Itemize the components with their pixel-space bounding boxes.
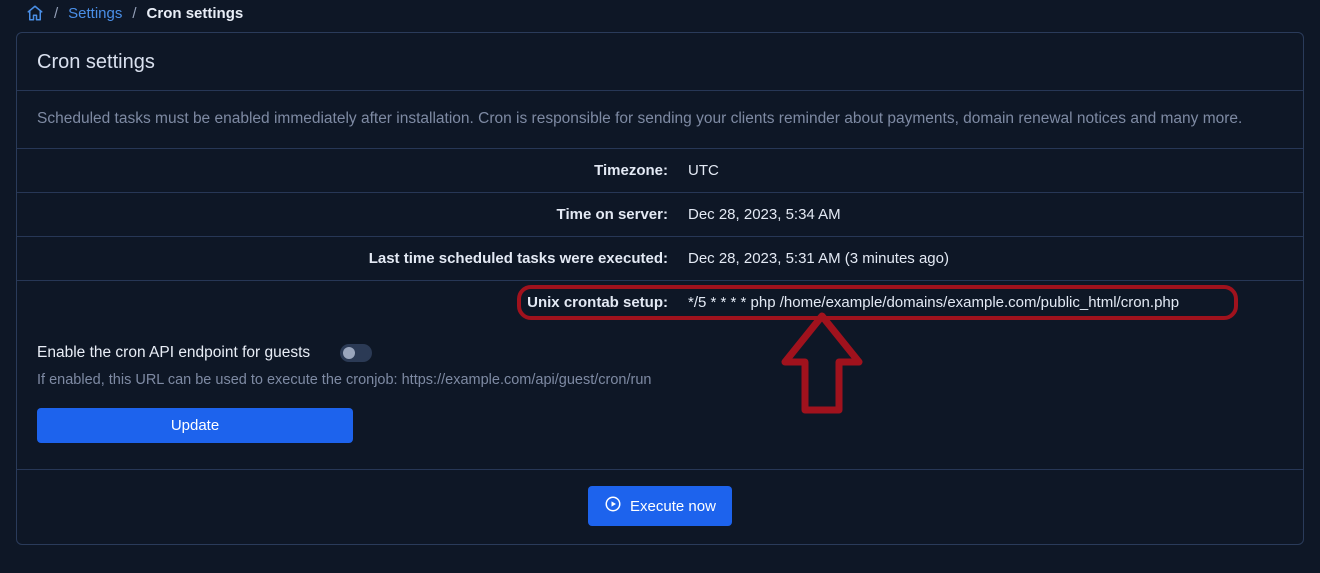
breadcrumb: / Settings / Cron settings	[16, 0, 1304, 32]
update-button-label: Update	[171, 417, 219, 434]
breadcrumb-current: Cron settings	[147, 5, 244, 22]
row-server-time: Time on server: Dec 28, 2023, 5:34 AM	[17, 193, 1303, 237]
update-button[interactable]: Update	[37, 408, 353, 443]
toggle-cron-api[interactable]	[340, 344, 372, 362]
value-timezone: UTC	[668, 162, 1303, 179]
breadcrumb-separator: /	[54, 5, 58, 22]
label-server-time: Time on server:	[17, 206, 668, 223]
card-header: Cron settings	[17, 33, 1303, 91]
play-circle-icon	[604, 495, 622, 517]
execute-now-label: Execute now	[630, 498, 716, 515]
card-footer: Execute now	[17, 470, 1303, 544]
row-last-exec: Last time scheduled tasks were executed:…	[17, 237, 1303, 281]
card-description-block: Scheduled tasks must be enabled immediat…	[17, 91, 1303, 149]
label-last-exec: Last time scheduled tasks were executed:	[17, 250, 668, 267]
description-text: Scheduled tasks must be enabled immediat…	[37, 107, 1283, 130]
row-timezone: Timezone: UTC	[17, 149, 1303, 193]
home-icon[interactable]	[26, 4, 44, 22]
toggle-hint: If enabled, this URL can be used to exec…	[37, 372, 1283, 388]
execute-now-button[interactable]: Execute now	[588, 486, 732, 526]
breadcrumb-link-settings[interactable]: Settings	[68, 5, 122, 22]
value-server-time: Dec 28, 2023, 5:34 AM	[668, 206, 1303, 223]
kv-list: Timezone: UTC Time on server: Dec 28, 20…	[17, 149, 1303, 324]
label-timezone: Timezone:	[17, 162, 668, 179]
label-crontab: Unix crontab setup:	[17, 294, 668, 311]
row-crontab: Unix crontab setup: */5 * * * * php /hom…	[17, 281, 1303, 324]
breadcrumb-separator: /	[132, 5, 136, 22]
value-crontab: */5 * * * * php /home/example/domains/ex…	[668, 294, 1303, 311]
callout-arrow-icon	[779, 310, 865, 423]
toggle-thumb	[343, 347, 355, 359]
toggle-label: Enable the cron API endpoint for guests	[37, 344, 310, 362]
page-title: Cron settings	[37, 51, 1283, 74]
cron-settings-card: Cron settings Scheduled tasks must be en…	[16, 32, 1304, 545]
toggle-row-cron-api: Enable the cron API endpoint for guests	[37, 344, 1283, 362]
settings-section: Enable the cron API endpoint for guests …	[17, 324, 1303, 470]
value-last-exec: Dec 28, 2023, 5:31 AM (3 minutes ago)	[668, 250, 1303, 267]
